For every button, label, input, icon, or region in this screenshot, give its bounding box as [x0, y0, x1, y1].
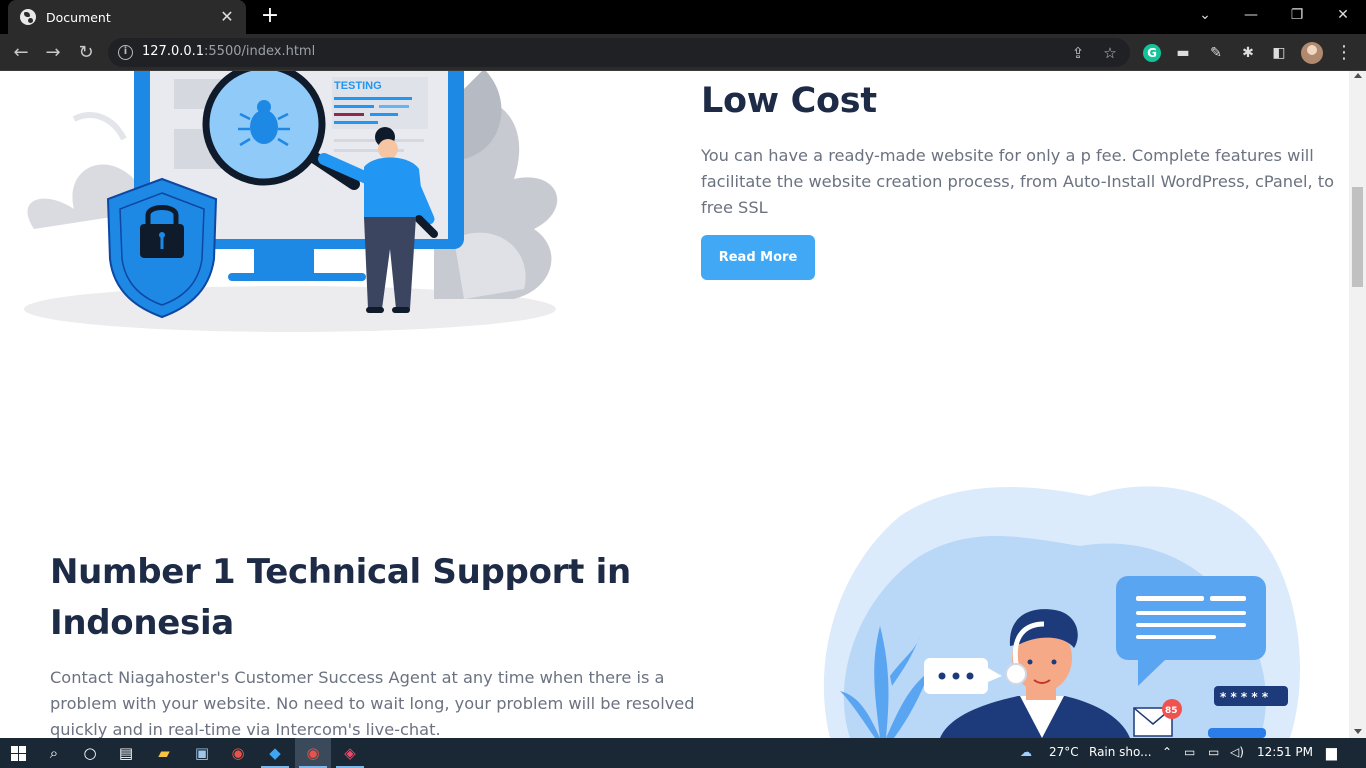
- battery-icon[interactable]: ▭: [1208, 745, 1219, 759]
- low-cost-description: You can have a ready-made website for on…: [701, 146, 1335, 217]
- side-panel-icon[interactable]: ◧: [1268, 42, 1290, 64]
- tab-close-button[interactable]: ✕: [218, 8, 236, 26]
- globe-icon: [20, 9, 36, 25]
- reload-icon[interactable]: ↻: [73, 40, 99, 66]
- weather-icon[interactable]: ☁: [1020, 745, 1032, 759]
- extension-icon[interactable]: ▬: [1172, 42, 1194, 64]
- address-bar[interactable]: i 127.0.0.1:5500/index.html ⇪ ☆: [108, 38, 1130, 67]
- search-icon[interactable]: ⌕: [36, 738, 72, 768]
- restore-button[interactable]: ❐: [1274, 0, 1320, 30]
- bookmark-star-icon[interactable]: ☆: [1100, 43, 1120, 63]
- technical-support-heading: Number 1 Technical Support in Indonesia: [50, 552, 631, 643]
- photos-app-icon[interactable]: ▣: [184, 738, 220, 768]
- forward-arrow-icon[interactable]: →: [40, 40, 66, 66]
- scroll-down-arrow-icon[interactable]: [1354, 729, 1362, 734]
- cortana-icon[interactable]: ○: [72, 738, 108, 768]
- grammarly-extension-icon[interactable]: G: [1143, 44, 1161, 62]
- pen-extension-icon[interactable]: ✎: [1205, 42, 1227, 64]
- app-icon[interactable]: ◈: [332, 738, 368, 768]
- taskbar-clock[interactable]: 12:51 PM: [1257, 745, 1313, 759]
- new-tab-button[interactable]: +: [258, 4, 282, 28]
- start-button[interactable]: [0, 738, 36, 768]
- back-arrow-icon[interactable]: ←: [8, 40, 34, 66]
- volume-icon[interactable]: ◁): [1230, 745, 1244, 759]
- customer-support-illustration: * * * * * 85: [823, 486, 1300, 738]
- browser-tab-document[interactable]: Document ✕: [8, 0, 246, 34]
- tab-title: Document: [46, 9, 111, 25]
- weather-description[interactable]: Rain sho...: [1089, 745, 1152, 759]
- vscode-icon[interactable]: ◆: [257, 738, 293, 768]
- weather-temperature[interactable]: 27°C: [1049, 745, 1079, 759]
- file-explorer-icon[interactable]: ▰: [146, 738, 182, 768]
- technical-support-description: Contact Niagahoster's Customer Success A…: [50, 668, 695, 738]
- page-viewport: TESTING Low Cost You can have a ready-ma…: [0, 71, 1349, 738]
- url-text[interactable]: 127.0.0.1:5500/index.html: [142, 44, 315, 59]
- password-mask-label: * * * * *: [1220, 690, 1269, 704]
- share-icon[interactable]: ⇪: [1068, 43, 1088, 63]
- site-info-icon[interactable]: i: [118, 45, 133, 60]
- browser-menu-icon[interactable]: ⋮: [1333, 42, 1355, 64]
- windows-taskbar: ⌕ ○ ▤ ▰ ▣ ◉ ◆ ◉ ◈ ☁ 27°C Rain sho... ⌃ ▭…: [0, 738, 1366, 768]
- minimize-button[interactable]: —: [1228, 0, 1274, 30]
- testing-label: TESTING: [334, 80, 382, 92]
- browser-titlebar: Document ✕ + ⌄ — ❐ ✕: [0, 0, 1366, 34]
- chrome-active-icon[interactable]: ◉: [295, 738, 331, 768]
- task-view-icon[interactable]: ▤: [108, 738, 144, 768]
- low-cost-heading: Low Cost: [701, 81, 877, 121]
- network-icon[interactable]: ▭: [1184, 745, 1195, 759]
- testing-security-illustration: TESTING: [24, 71, 558, 332]
- tab-search-icon[interactable]: ⌄: [1182, 0, 1228, 30]
- scrollbar-thumb[interactable]: [1352, 187, 1363, 287]
- chrome-icon[interactable]: ◉: [220, 738, 256, 768]
- puzzle-extensions-icon[interactable]: ✱: [1237, 42, 1259, 64]
- windows-logo-icon: [10, 745, 26, 761]
- notification-badge-count: 85: [1165, 706, 1178, 716]
- notification-center-icon[interactable]: ▆: [1326, 745, 1337, 761]
- read-more-button[interactable]: Read More: [701, 235, 815, 280]
- chevron-up-icon[interactable]: ⌃: [1162, 745, 1172, 759]
- profile-avatar[interactable]: [1301, 42, 1323, 64]
- scroll-up-arrow-icon[interactable]: [1354, 73, 1362, 78]
- vertical-scrollbar[interactable]: [1349, 71, 1366, 738]
- browser-toolbar: ← → ↻ i 127.0.0.1:5500/index.html ⇪ ☆ G …: [0, 34, 1366, 71]
- close-window-button[interactable]: ✕: [1320, 0, 1366, 30]
